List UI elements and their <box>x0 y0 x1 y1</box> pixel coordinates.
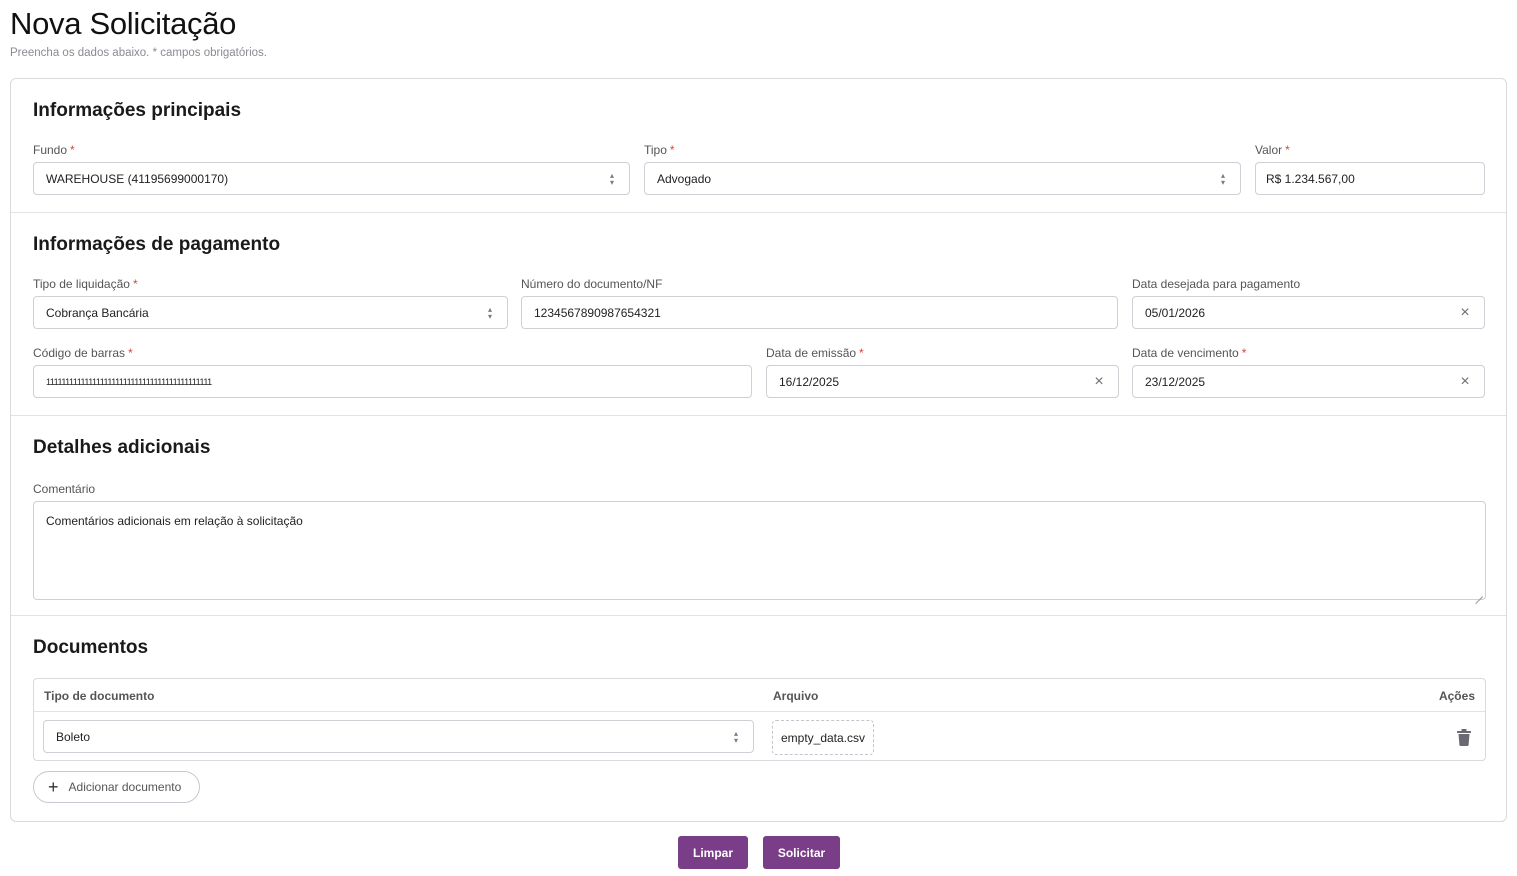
documents-table-header: Tipo de documento Arquivo Ações <box>34 679 1485 712</box>
submit-button[interactable]: Solicitar <box>763 836 840 869</box>
add-document-button[interactable]: + Adicionar documento <box>33 771 200 803</box>
page-subtitle: Preencha os dados abaixo. * campos obrig… <box>10 47 267 59</box>
request-form-card: Informações principais Fundo * WAREHOUSE … <box>10 78 1507 822</box>
comentario-label: Comentário <box>33 482 96 496</box>
chevron-up-down-icon: ▴ ▾ <box>733 728 738 745</box>
close-icon[interactable]: × <box>1458 373 1472 390</box>
column-header-tipo: Tipo de documento <box>44 689 155 703</box>
data-vencimento-field: Data de vencimento * 23/12/2025 × <box>1132 346 1485 398</box>
fundo-field: Fundo * WAREHOUSE (41195699000170) ▴ ▾ <box>33 143 630 195</box>
tipo-field: Tipo * Advogado ▴ ▾ <box>644 143 1241 195</box>
data-desejada-input[interactable]: 05/01/2026 × <box>1132 296 1485 329</box>
column-header-arquivo: Arquivo <box>773 689 819 703</box>
valor-field: Valor * R$ 1.234.567,00 <box>1255 143 1485 195</box>
close-icon[interactable]: × <box>1458 304 1472 321</box>
data-emissao-field: Data de emissão * 16/12/2025 × <box>766 346 1119 398</box>
data-desejada-label: Data desejada para pagamento <box>1132 277 1301 291</box>
close-icon[interactable]: × <box>1092 373 1106 390</box>
chevron-up-down-icon: ▴ ▾ <box>487 304 492 321</box>
tipo-label: Tipo * <box>644 143 675 157</box>
document-type-select[interactable]: Boleto ▴ ▾ <box>43 720 754 753</box>
numero-documento-field: Número do documento/NF 12345678909876543… <box>521 277 1118 329</box>
tipo-liquidacao-select[interactable]: Cobrança Bancária ▴ ▾ <box>33 296 508 329</box>
tipo-liquidacao-field: Tipo de liquidação * Cobrança Bancária ▴ ▾ <box>33 277 508 329</box>
data-vencimento-label: Data de vencimento * <box>1132 346 1247 360</box>
file-chip[interactable]: empty_data.csv <box>772 720 874 755</box>
column-header-acoes: Ações <box>1438 689 1475 703</box>
section-additional-details: Detalhes adicionais Comentário Comentári… <box>11 416 1506 616</box>
comentario-textarea[interactable]: Comentários adicionais em relação à soli… <box>33 501 1486 600</box>
section-title: Informações principais <box>33 100 242 121</box>
section-title: Documentos <box>33 637 149 658</box>
documents-table: Tipo de documento Arquivo Ações Boleto ▴… <box>33 678 1486 761</box>
codigo-barras-input[interactable]: 1111111111111111111111111111111111111111… <box>33 365 752 398</box>
data-emissao-input[interactable]: 16/12/2025 × <box>766 365 1119 398</box>
data-emissao-label: Data de emissão * <box>766 346 864 360</box>
fundo-select[interactable]: WAREHOUSE (41195699000170) ▴ ▾ <box>33 162 630 195</box>
comentario-field: Comentário Comentários adicionais em rel… <box>33 482 1486 600</box>
codigo-barras-label: Código de barras * <box>33 346 133 360</box>
clear-button[interactable]: Limpar <box>678 836 748 869</box>
valor-input[interactable]: R$ 1.234.567,00 <box>1255 162 1485 195</box>
fundo-label: Fundo * <box>33 143 75 157</box>
trash-icon[interactable] <box>1457 729 1471 746</box>
section-main-info: Informações principais Fundo * WAREHOUSE … <box>11 79 1506 213</box>
tipo-liquidacao-label: Tipo de liquidação * <box>33 277 138 291</box>
section-title: Detalhes adicionais <box>33 437 211 458</box>
data-desejada-field: Data desejada para pagamento 05/01/2026 … <box>1132 277 1485 329</box>
page-title: Nova Solicitação <box>10 6 237 41</box>
numero-documento-label: Número do documento/NF <box>521 277 663 291</box>
add-document-label: Adicionar documento <box>68 780 182 794</box>
numero-documento-input[interactable]: 1234567890987654321 <box>521 296 1118 329</box>
resize-handle-icon[interactable] <box>1475 589 1483 597</box>
chevron-up-down-icon: ▴ ▾ <box>609 170 614 187</box>
section-payment-info: Informações de pagamento Tipo de liquida… <box>11 213 1506 416</box>
data-vencimento-input[interactable]: 23/12/2025 × <box>1132 365 1485 398</box>
codigo-barras-field: Código de barras * 1111111111111111111111… <box>33 346 752 398</box>
plus-icon: + <box>48 777 59 797</box>
tipo-select[interactable]: Advogado ▴ ▾ <box>644 162 1241 195</box>
section-documents: Documentos Tipo de documento Arquivo Açõ… <box>11 616 1506 822</box>
valor-label: Valor * <box>1255 143 1290 157</box>
chevron-up-down-icon: ▴ ▾ <box>1220 170 1225 187</box>
table-row: Boleto ▴ ▾ empty_data.csv <box>34 712 1485 762</box>
section-title: Informações de pagamento <box>33 234 281 255</box>
